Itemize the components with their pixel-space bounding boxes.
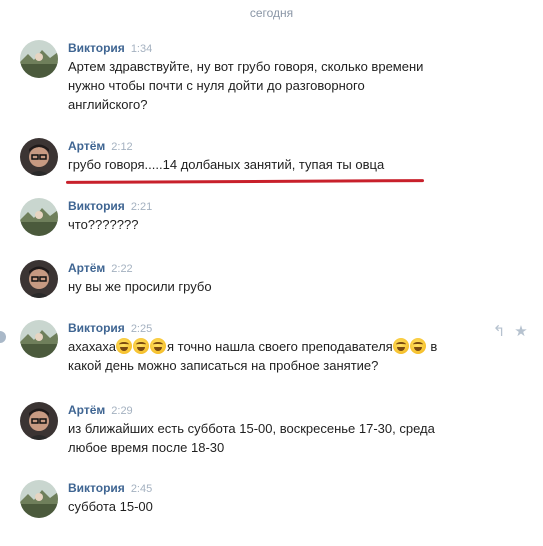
message-text: грубо говоря.....14 долбаных занятий, ту… <box>68 157 385 172</box>
message-time[interactable]: 1:34 <box>131 43 152 55</box>
avatar-artem[interactable] <box>20 138 58 176</box>
message-author[interactable]: Артём <box>68 261 105 275</box>
message-item: Артём 2:22 ну вы же просили грубо <box>20 260 520 300</box>
avatar-viktoria[interactable] <box>20 320 58 358</box>
message-author[interactable]: Артём <box>68 403 105 417</box>
reply-icon[interactable]: ↰ <box>488 322 510 340</box>
laughing-face-emoji-icon <box>116 338 133 354</box>
avatar-viktoria[interactable] <box>20 40 58 78</box>
message-author[interactable]: Виктория <box>68 321 125 335</box>
avatar-viktoria[interactable] <box>20 198 58 236</box>
star-icon[interactable]: ★ <box>510 322 532 340</box>
avatar-artem[interactable] <box>20 260 58 298</box>
message-text: что??????? <box>68 217 139 232</box>
message-author[interactable]: Артём <box>68 139 105 153</box>
message-time[interactable]: 2:12 <box>111 141 132 153</box>
message-author[interactable]: Виктория <box>68 481 125 495</box>
message-text: ахахаха я точно нашла своего преподавател… <box>68 338 438 373</box>
message-time[interactable]: 2:45 <box>131 483 152 495</box>
message-time[interactable]: 2:29 <box>111 405 132 417</box>
message-item: Виктория 2:21 что??????? <box>20 198 520 238</box>
message-author[interactable]: Виктория <box>68 199 125 213</box>
message-text: Артем здравствуйте, ну вот грубо говоря,… <box>68 59 424 112</box>
message-time[interactable]: 2:22 <box>111 263 132 275</box>
message-item[interactable]: Виктория 2:25 ахахаха я точно нашла своего… <box>20 320 520 380</box>
date-separator: сегодня <box>249 6 294 20</box>
laughing-face-emoji-icon <box>150 338 167 354</box>
message-item: Виктория 2:45 суббота 15-00 <box>20 480 520 520</box>
laughing-face-emoji-icon <box>410 338 427 354</box>
message-item: Виктория 1:34 Артем здравствуйте, ну вот … <box>20 40 520 120</box>
message-time[interactable]: 2:25 <box>131 323 152 335</box>
message-text: из ближайших есть суббота 15-00, воскрес… <box>68 421 435 455</box>
message-item: Артём 2:29 из ближайших есть суббота 15-0… <box>20 402 520 462</box>
avatar-artem[interactable] <box>20 402 58 440</box>
message-author[interactable]: Виктория <box>68 41 125 55</box>
avatar-viktoria[interactable] <box>20 480 58 518</box>
message-item: Артём 2:12 грубо говоря.....14 долбаных з… <box>20 138 520 184</box>
message-text: ну вы же просили грубо <box>68 279 212 294</box>
message-actions: ↰ ★ <box>488 322 538 340</box>
laughing-face-emoji-icon <box>133 338 150 354</box>
message-text: суббота 15-00 <box>68 499 153 514</box>
message-time[interactable]: 2:21 <box>131 201 152 213</box>
laughing-face-emoji-icon <box>393 338 410 354</box>
message-select-marker[interactable] <box>0 331 6 343</box>
